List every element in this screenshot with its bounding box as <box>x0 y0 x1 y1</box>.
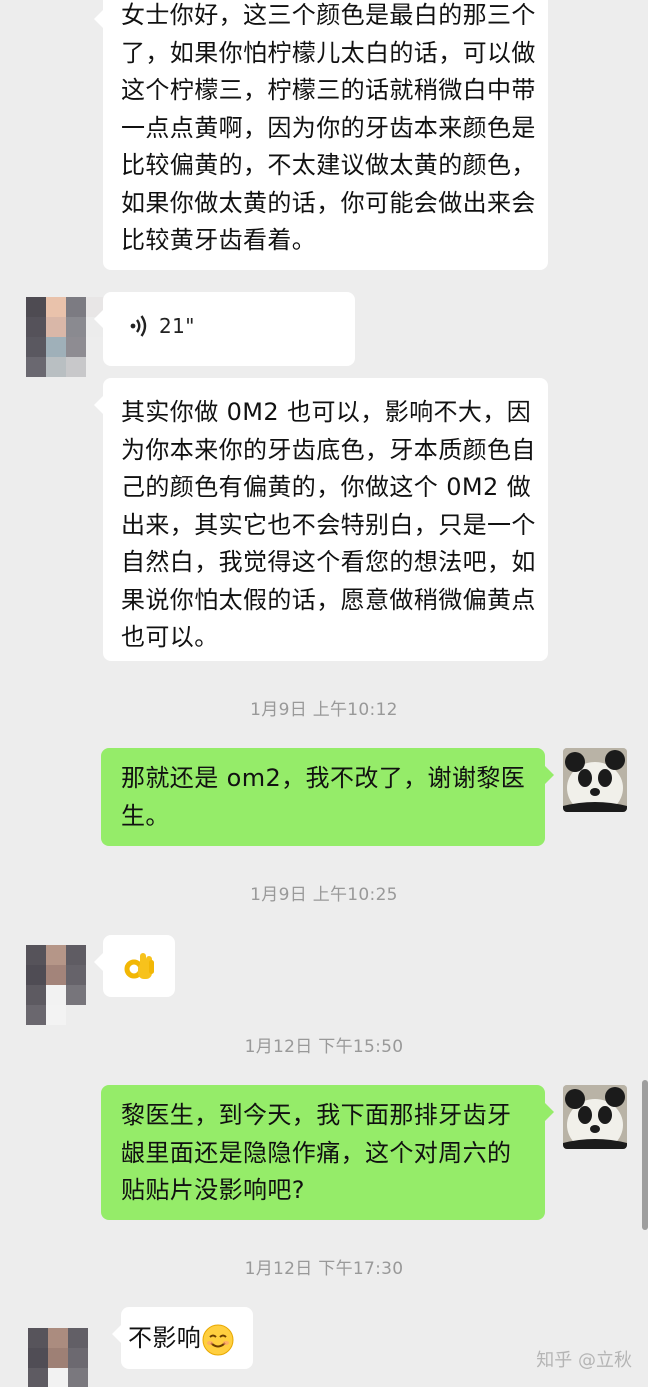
message-text: 那就还是 om2，我不改了，谢谢黎医生。 <box>121 764 526 830</box>
incoming-message-bubble[interactable]: 女士你好，这三个颜色是最白的那三个了，如果你怕柠檬儿太白的话，可以做这个柠檬三，… <box>94 0 548 270</box>
contact-avatar[interactable] <box>26 297 106 377</box>
panda-icon <box>563 748 627 812</box>
scrollbar[interactable] <box>642 1080 648 1230</box>
timestamp: 1月12日 下午17:30 <box>244 1259 404 1279</box>
panda-icon <box>563 1085 627 1149</box>
message-text: 其实你做 0M2 也可以，影响不大，因为你本来你的牙齿底色，牙本质颜色自己的颜色… <box>121 398 536 651</box>
timestamp: 1月9日 上午10:25 <box>250 885 398 905</box>
message-text: 女士你好，这三个颜色是最白的那三个了，如果你怕柠檬儿太白的话，可以做这个柠檬三，… <box>121 1 536 254</box>
contact-avatar[interactable] <box>28 1328 108 1387</box>
incoming-message-bubble[interactable]: 其实你做 0M2 也可以，影响不大，因为你本来你的牙齿底色，牙本质颜色自己的颜色… <box>94 378 548 661</box>
voice-duration: 21" <box>159 314 195 338</box>
timestamp: 1月12日 下午15:50 <box>244 1037 404 1057</box>
message-text: 黎医生，到今天，我下面那排牙齿牙龈里面还是隐隐作痛，这个对周六的贴贴片没影响吧? <box>121 1101 512 1204</box>
timestamp: 1月9日 上午10:12 <box>250 700 398 720</box>
incoming-message-bubble[interactable]: 不影响 <box>112 1307 253 1369</box>
my-avatar-panda[interactable] <box>563 748 627 812</box>
my-avatar-panda[interactable] <box>563 1085 627 1149</box>
outgoing-message-bubble[interactable]: 那就还是 om2，我不改了，谢谢黎医生。 <box>101 748 554 846</box>
voice-wave-icon <box>130 315 147 337</box>
message-text: 不影响 <box>128 1324 202 1352</box>
watermark: 知乎 @立秋 <box>536 1350 632 1371</box>
voice-message-bubble[interactable]: 21" <box>94 292 355 366</box>
emoji-message-bubble[interactable] <box>94 935 175 997</box>
outgoing-message-bubble[interactable]: 黎医生，到今天，我下面那排牙齿牙龈里面还是隐隐作痛，这个对周六的贴贴片没影响吧? <box>101 1085 554 1220</box>
ok-hand-emoji-icon <box>124 953 154 979</box>
smile-emoji-icon <box>202 1324 234 1356</box>
